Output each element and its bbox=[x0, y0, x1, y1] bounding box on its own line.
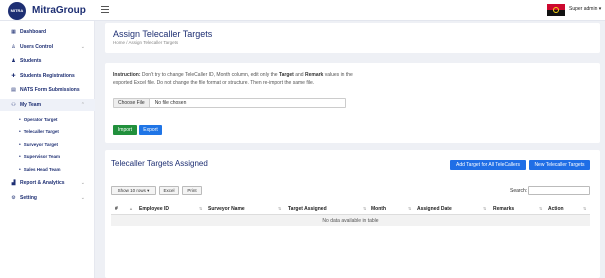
brand[interactable]: MITRA MitraGroup bbox=[0, 0, 97, 21]
breadcrumb-home-link[interactable]: Home bbox=[113, 40, 125, 45]
sort-icon: ⇅ bbox=[483, 206, 487, 211]
sort-icon: ⇅ bbox=[199, 206, 203, 211]
show-rows-button[interactable]: Show 10 rows ▾ bbox=[111, 186, 156, 195]
bullet-icon: • bbox=[19, 116, 21, 123]
sidebar-subitem-operator-target[interactable]: • Operator Target bbox=[0, 114, 95, 125]
column-header-assigned-date[interactable]: Assigned Date bbox=[417, 206, 452, 212]
sidebar-item-dashboard[interactable]: ▦ Dashboard bbox=[0, 26, 95, 38]
search-input[interactable] bbox=[528, 186, 590, 195]
instruction-remark: Remark bbox=[304, 72, 324, 78]
instruction-and: and bbox=[293, 72, 305, 78]
sidebar-subitem-label: Supervisor Team bbox=[23, 154, 60, 159]
top-bar: MITRA MitraGroup Super admin ▾ bbox=[0, 0, 605, 21]
instruction-text: Instruction: Don't try to change TeleCal… bbox=[113, 72, 353, 87]
column-header-action[interactable]: Action bbox=[548, 206, 564, 212]
logo-text: MITRA bbox=[10, 7, 24, 13]
sort-icon: ⇅ bbox=[408, 206, 412, 211]
sidebar-item-label: Users Control bbox=[20, 44, 54, 50]
instruction-label: Instruction: bbox=[113, 72, 141, 78]
gear-icon: ⚙ bbox=[11, 195, 16, 201]
column-header-remarks[interactable]: Remarks bbox=[493, 206, 514, 212]
sort-icon: ⇅ bbox=[363, 206, 367, 211]
sidebar: ▦ Dashboard ♙ Users Control ⌄ ♟ Students… bbox=[0, 21, 95, 278]
sidebar-subitem-label: Operator Target bbox=[23, 117, 58, 122]
grid-icon: ▦ bbox=[11, 29, 16, 35]
sidebar-item-label: Students bbox=[20, 58, 42, 64]
hamburger-menu-icon[interactable] bbox=[101, 6, 109, 13]
sidebar-subitem-surveyor-target[interactable]: • Surveyor Target bbox=[0, 139, 95, 150]
sidebar-item-label: Setting bbox=[20, 195, 37, 201]
print-button[interactable]: Print bbox=[182, 186, 202, 195]
breadcrumb-current: Assign Telecaller Targets bbox=[128, 40, 179, 45]
sidebar-subitem-telecaller-target[interactable]: • Telecaller Target bbox=[0, 126, 95, 137]
brand-name: MitraGroup bbox=[32, 5, 86, 16]
search-label: Search: bbox=[510, 188, 528, 194]
sidebar-item-users-control[interactable]: ♙ Users Control ⌄ bbox=[0, 41, 95, 53]
chevron-down-icon: ⌄ bbox=[80, 44, 85, 50]
chevron-down-icon: ⌄ bbox=[80, 180, 85, 186]
sort-icon: ⇅ bbox=[539, 206, 543, 211]
chevron-up-icon: ⌃ bbox=[80, 102, 85, 108]
file-status: No file chosen bbox=[154, 100, 187, 106]
column-header-target-assigned[interactable]: Target Assigned bbox=[288, 206, 327, 212]
sort-icon: ⇅ bbox=[583, 206, 587, 211]
column-header-surveyor-name[interactable]: Surveyor Name bbox=[208, 206, 245, 212]
sidebar-subitem-supervisor-team[interactable]: • Supervisor Team bbox=[0, 151, 95, 162]
breadcrumb: Home / Assign Telecaller Targets bbox=[113, 40, 178, 45]
sidebar-item-my-team[interactable]: ⚇ My Team ⌃ bbox=[0, 99, 95, 111]
choose-file-button[interactable]: Choose File bbox=[114, 99, 150, 107]
add-target-all-button[interactable]: Add Target for All TeleCallers bbox=[450, 160, 526, 170]
sidebar-item-label: Dashboard bbox=[20, 29, 47, 35]
instruction-target: Target bbox=[278, 72, 294, 78]
excel-button[interactable]: Excel bbox=[159, 186, 179, 195]
logo: MITRA bbox=[8, 1, 26, 20]
bullet-icon: • bbox=[19, 166, 21, 173]
new-telecaller-targets-button[interactable]: New Telecaller Targets bbox=[529, 160, 590, 170]
sidebar-subitem-label: Telecaller Target bbox=[23, 129, 59, 134]
user-menu[interactable]: Super admin ▾ bbox=[569, 6, 601, 12]
import-button[interactable]: Import bbox=[113, 125, 137, 135]
sidebar-item-label: Students Registrations bbox=[20, 73, 75, 79]
document-icon: ▤ bbox=[11, 87, 16, 93]
sort-icon: ⇅ bbox=[278, 206, 282, 211]
sidebar-item-report-analytics[interactable]: ▟ Report & Analytics ⌄ bbox=[0, 177, 95, 189]
user-icon: ♙ bbox=[11, 44, 16, 50]
sort-asc-icon: ▲ bbox=[129, 206, 133, 211]
column-header-index[interactable]: # bbox=[115, 206, 118, 212]
column-header-month[interactable]: Month bbox=[371, 206, 386, 212]
bullet-icon: • bbox=[19, 128, 21, 135]
sidebar-subitem-label: Surveyor Target bbox=[23, 142, 58, 147]
sidebar-item-students-registrations[interactable]: ✚ Students Registrations bbox=[0, 70, 95, 82]
sidebar-item-label: NATS Form Submissions bbox=[20, 87, 80, 93]
instruction-part1: Don't try to change TeleCaller ID, Month… bbox=[140, 72, 279, 78]
sidebar-item-nats-form[interactable]: ▤ NATS Form Submissions bbox=[0, 84, 95, 96]
column-header-employee-id[interactable]: Employee ID bbox=[139, 206, 169, 212]
students-icon: ♟ bbox=[11, 58, 16, 64]
sidebar-subitem-sales-head-team[interactable]: • Sales Head Team bbox=[0, 164, 95, 175]
sidebar-subitem-label: Sales Head Team bbox=[23, 167, 61, 172]
file-input[interactable]: Choose File No file chosen bbox=[113, 98, 346, 108]
empty-table-message: No data available in table bbox=[111, 215, 590, 226]
page-title: Assign Telecaller Targets bbox=[113, 29, 213, 39]
chevron-down-icon: ⌄ bbox=[80, 195, 85, 201]
section-title: Telecaller Targets Assigned bbox=[111, 159, 208, 168]
team-icon: ⚇ bbox=[11, 102, 16, 108]
sidebar-item-label: Report & Analytics bbox=[20, 180, 65, 186]
flag-icon[interactable] bbox=[547, 4, 565, 16]
bullet-icon: • bbox=[19, 141, 21, 148]
table-header: # ▲ Employee ID ⇅ Surveyor Name ⇅ Target… bbox=[111, 204, 590, 215]
chart-icon: ▟ bbox=[11, 180, 16, 186]
user-plus-icon: ✚ bbox=[11, 73, 16, 79]
sidebar-item-setting[interactable]: ⚙ Setting ⌄ bbox=[0, 192, 95, 204]
sidebar-item-students[interactable]: ♟ Students bbox=[0, 55, 95, 67]
sidebar-item-label: My Team bbox=[20, 102, 42, 108]
export-button[interactable]: Export bbox=[139, 125, 162, 135]
bullet-icon: • bbox=[19, 153, 21, 160]
